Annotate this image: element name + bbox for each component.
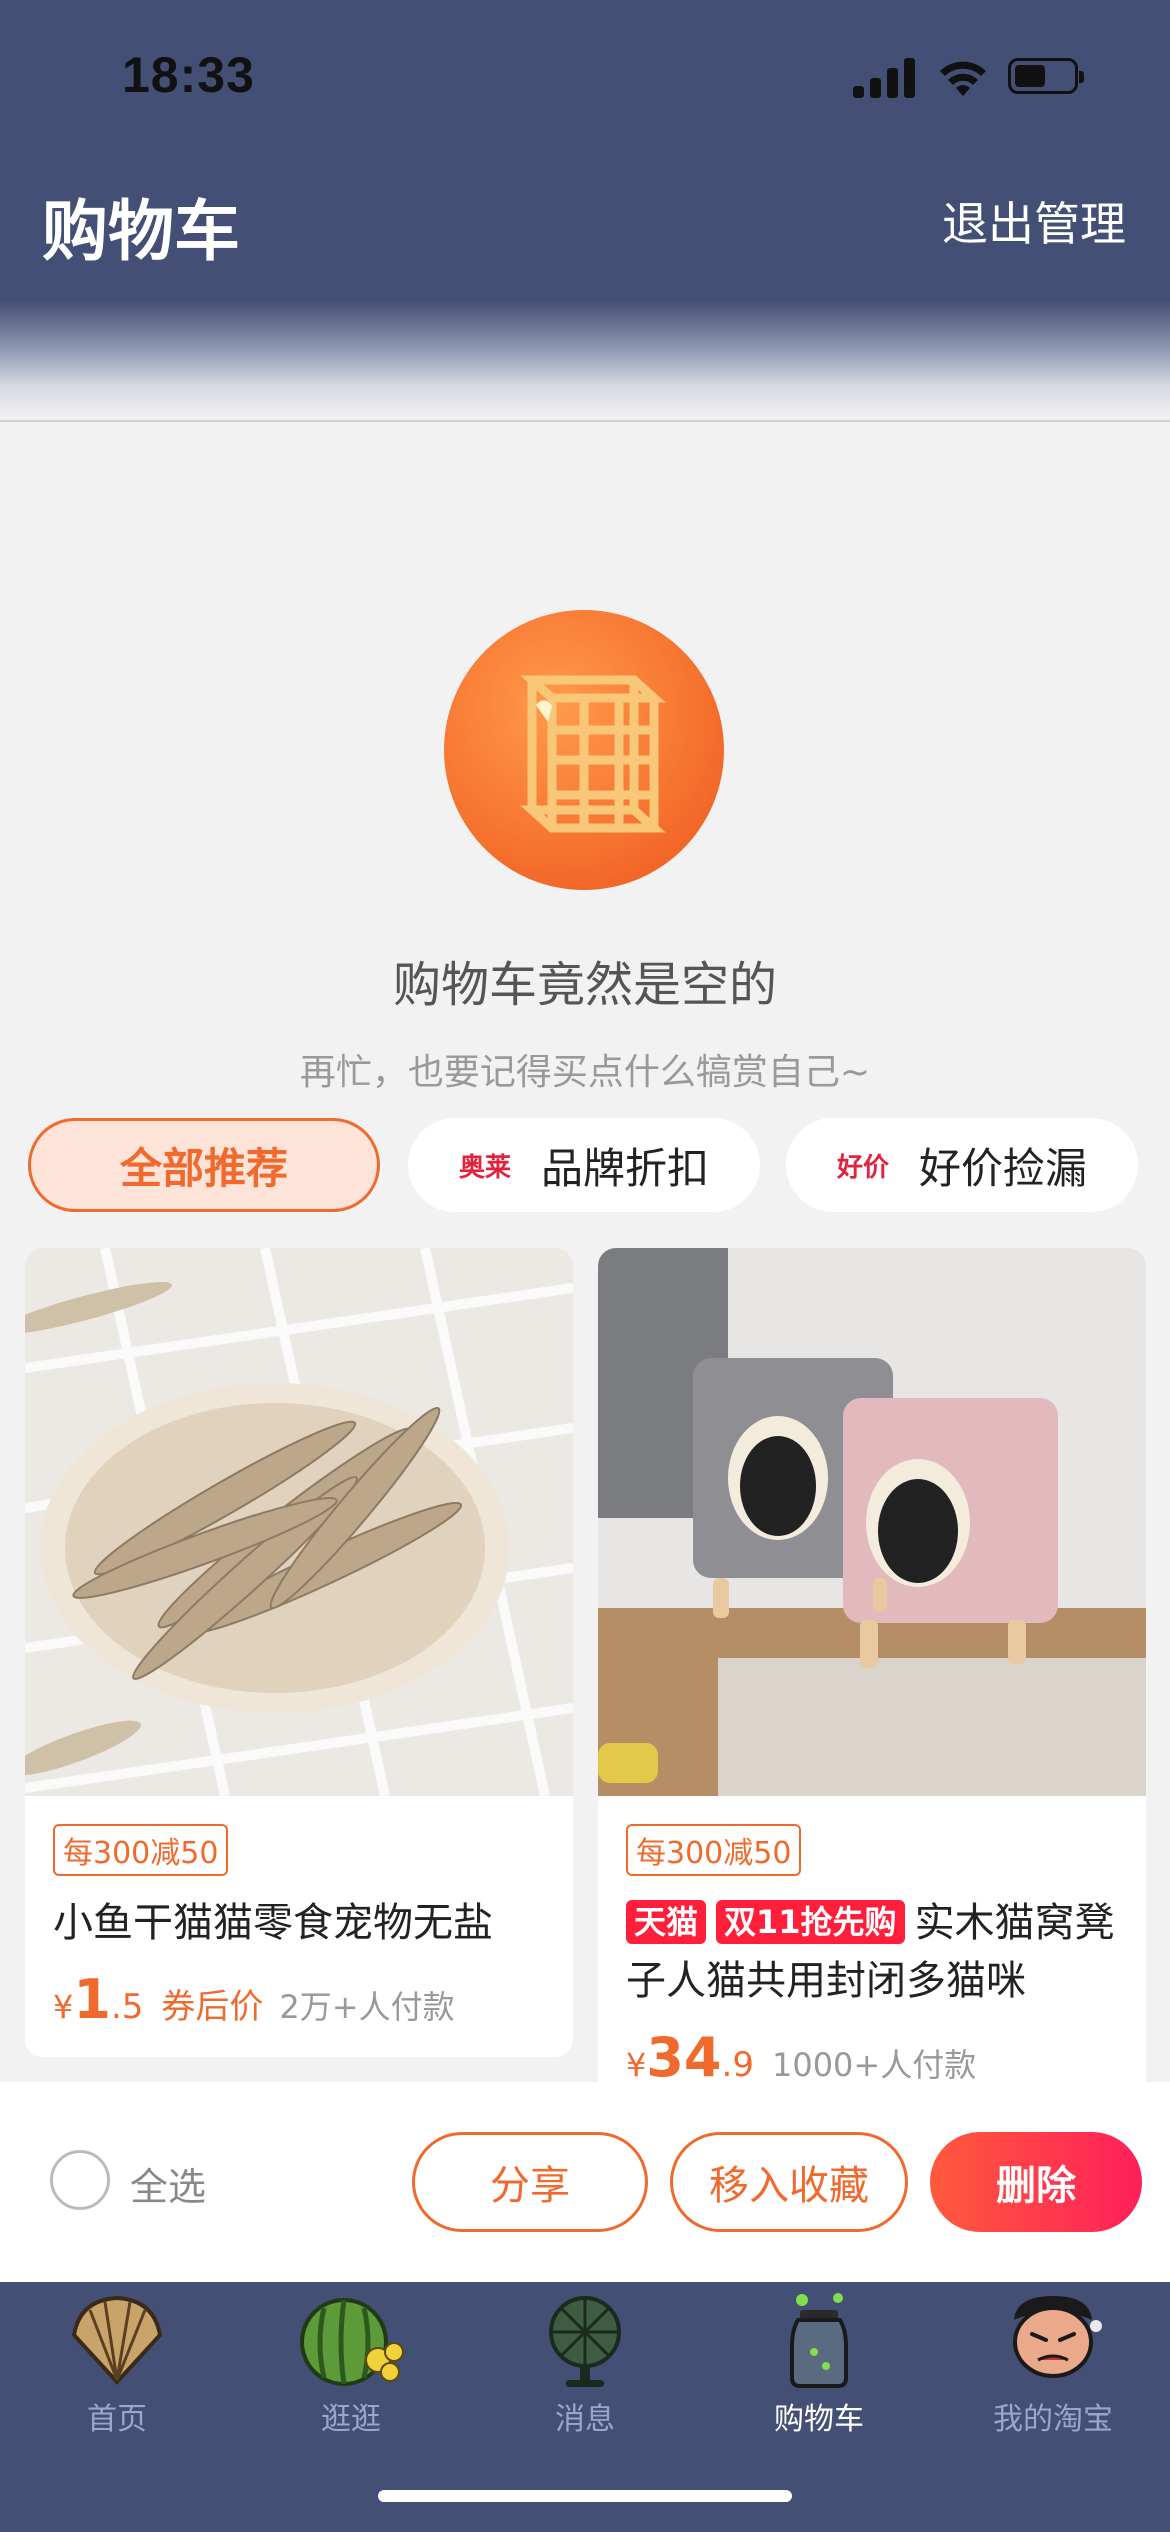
header-divider bbox=[0, 420, 1170, 422]
tmall-badge: 天猫 bbox=[626, 1900, 707, 1944]
shell-icon bbox=[71, 2295, 163, 2385]
tab-cart[interactable]: 购物车 bbox=[702, 2282, 936, 2442]
delete-button[interactable]: 删除 bbox=[930, 2132, 1142, 2232]
product-image-cat-stool[interactable] bbox=[598, 1248, 1146, 1796]
select-all-checkbox[interactable] bbox=[50, 2150, 110, 2210]
status-time: 18:33 bbox=[122, 47, 255, 103]
home-indicator[interactable] bbox=[378, 2490, 792, 2502]
wifi-icon bbox=[940, 61, 986, 96]
coupon-badge: 每300减50 bbox=[626, 1824, 802, 1876]
tab-explore[interactable]: 逛逛 bbox=[234, 2282, 468, 2442]
tab-label: 我的淘宝 bbox=[993, 2402, 1113, 2437]
cellular-signal-icon bbox=[853, 58, 915, 98]
double11-badge: 双11抢先购 bbox=[716, 1900, 905, 1944]
fan-icon bbox=[549, 2296, 621, 2387]
status-bar: 18:33 bbox=[0, 0, 1170, 150]
product-image-dried-fish[interactable] bbox=[25, 1248, 573, 1796]
page-title: 购物车 bbox=[42, 193, 240, 270]
coupon-badge: 每300减50 bbox=[53, 1824, 229, 1876]
sold-count: 1000+人付款 bbox=[771, 2046, 977, 2084]
tab-messages[interactable]: 消息 bbox=[468, 2282, 702, 2442]
face-icon bbox=[1013, 2296, 1102, 2378]
tab-home[interactable]: 首页 bbox=[0, 2282, 234, 2442]
header: 18:33 购物车 退出管理 bbox=[0, 0, 1170, 420]
tab-label: 消息 bbox=[555, 2402, 615, 2437]
share-button[interactable]: 分享 bbox=[412, 2132, 648, 2232]
jar-icon bbox=[790, 2293, 848, 2388]
tab-label: 购物车 bbox=[774, 2402, 864, 2437]
tab-label: 全部推荐 bbox=[119, 1143, 288, 1193]
price-integer: 1 bbox=[73, 1968, 111, 2031]
tab-label: 品牌折扣 bbox=[541, 1143, 710, 1193]
empty-cart-illustration bbox=[444, 610, 724, 890]
tab-label: 首页 bbox=[87, 2402, 147, 2437]
currency-symbol: ¥ bbox=[626, 2046, 647, 2084]
price-decimal: .5 bbox=[110, 1987, 144, 2027]
exit-manage-button[interactable]: 退出管理 bbox=[942, 188, 1126, 254]
good-price-tag: 好价 bbox=[836, 1152, 889, 1183]
sold-count: 2万+人付款 bbox=[279, 1988, 455, 2026]
price-integer: 34 bbox=[646, 2026, 722, 2089]
empty-cart-title: 购物车竟然是空的 bbox=[392, 957, 777, 1013]
product-card[interactable]: 每300减50 小鱼干猫猫零食宠物无盐 ¥ 1 .5 券后价 2万+人付款 bbox=[25, 1248, 573, 2057]
move-to-favorites-button[interactable]: 移入收藏 bbox=[670, 2132, 908, 2232]
price-row: ¥ 34 .9 1000+人付款 bbox=[626, 2026, 1118, 2089]
tab-all-recommend[interactable]: 全部推荐 bbox=[28, 1118, 380, 1212]
tab-brand-discount[interactable]: 奥莱 品牌折扣 bbox=[408, 1118, 760, 1212]
price-decimal: .9 bbox=[721, 2045, 754, 2085]
currency-symbol: ¥ bbox=[53, 1988, 74, 2026]
battery-icon bbox=[1008, 58, 1084, 94]
tab-my-taobao[interactable]: 我的淘宝 bbox=[936, 2282, 1170, 2442]
price-label: 券后价 bbox=[161, 1987, 264, 2027]
empty-cart-subtitle: 再忙，也要记得买点什么犒赏自己~ bbox=[299, 1052, 871, 1093]
product-name-row[interactable]: 天猫 双11抢先购 实木猫窝凳子人猫共用封闭多猫咪 bbox=[626, 1894, 1118, 2010]
tab-good-deals[interactable]: 好价 好价捡漏 bbox=[786, 1118, 1138, 1212]
cart-action-bar: 全选 分享 移入收藏 删除 bbox=[0, 2082, 1170, 2282]
watermelon-icon bbox=[300, 2298, 404, 2386]
product-card[interactable]: 每300减50 天猫 双11抢先购 实木猫窝凳子人猫共用封闭多猫咪 ¥ 34 .9 … bbox=[598, 1248, 1146, 2115]
product-name[interactable]: 小鱼干猫猫零食宠物无盐 bbox=[53, 1894, 545, 1952]
tab-label: 好价捡漏 bbox=[919, 1143, 1088, 1193]
tab-label: 逛逛 bbox=[321, 2402, 381, 2437]
select-all-label[interactable]: 全选 bbox=[130, 2156, 206, 2211]
outlet-tag: 奥莱 bbox=[458, 1152, 511, 1183]
price-row: ¥ 1 .5 券后价 2万+人付款 bbox=[53, 1968, 545, 2031]
